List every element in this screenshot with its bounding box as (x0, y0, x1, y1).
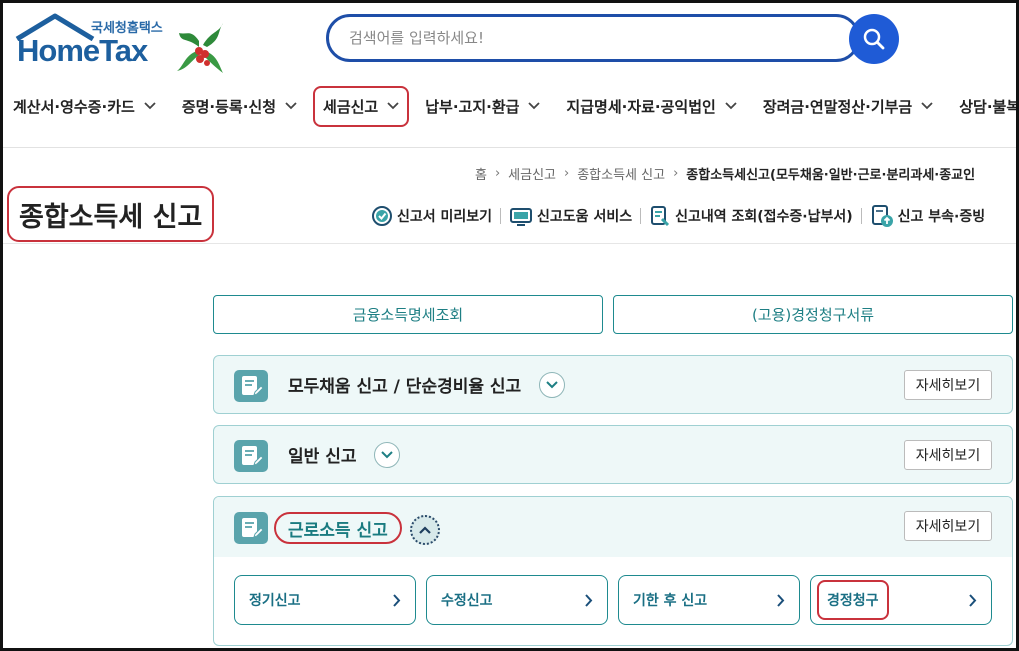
check-circle-icon (372, 206, 392, 226)
tool-attachments[interactable]: 신고 부속·증빙 (870, 204, 985, 228)
regular-filing-button[interactable]: 정기신고 (234, 575, 416, 625)
nav-item-label: 장려금·연말정산·기부금 (762, 97, 913, 116)
nav-item-consult[interactable]: 상담·불복·제 (959, 96, 1019, 117)
nav-item-label: 세금신고 (323, 97, 379, 116)
chevron-down-icon (528, 102, 541, 110)
nav-item-payment[interactable]: 납부·고지·환급 (425, 96, 541, 117)
chevron-right-icon (777, 593, 785, 607)
nav-item-incentive[interactable]: 장려금·연말정산·기부금 (763, 96, 933, 117)
chevron-down-icon (387, 102, 399, 110)
chevron-down-icon (921, 102, 933, 110)
global-nav: 계산서·영수증·카드 증명·등록·신청 세금신고 납부·고지·환급 지급명세·자… (13, 83, 1019, 129)
document-upload-icon (871, 205, 893, 227)
late-filing-button[interactable]: 기한 후 신고 (618, 575, 800, 625)
breadcrumb-separator: › (494, 166, 501, 181)
nav-item-statements[interactable]: 지급명세·자료·공익법인 (566, 96, 737, 117)
divider (500, 208, 502, 224)
nav-item-label: 지급명세·자료·공익법인 (566, 97, 716, 116)
search-icon (863, 28, 885, 50)
breadcrumb-level1[interactable]: 세금신고 (508, 164, 556, 183)
tool-links: 신고서 미리보기 신고도움 서비스 신고내역 조회(접수증·납부서) 신고 부속… (371, 204, 985, 228)
search-box (326, 14, 860, 62)
chevron-down-icon (285, 102, 297, 110)
search-input[interactable] (349, 29, 857, 47)
breadcrumb-current: 종합소득세신고(모두채움·일반·근로·분리과세·종교인 (686, 168, 976, 183)
card-prefilled-filing: 모두채움 신고 / 단순경비율 신고 자세히보기 (213, 355, 1013, 414)
card-header: 근로소득 신고 자세히보기 (214, 497, 1012, 557)
chevron-down-icon (546, 380, 558, 388)
detail-button[interactable]: 자세히보기 (904, 440, 992, 470)
nav-item-label: 납부·고지·환급 (425, 97, 520, 116)
document-search-icon (651, 206, 670, 227)
employment-claim-docs-button[interactable]: (고용)경정청구서류 (613, 295, 1013, 334)
detail-button[interactable]: 자세히보기 (904, 511, 992, 541)
card-title: 모두채움 신고 / 단순경비율 신고 (288, 377, 522, 397)
card-earned-income-filing: 근로소득 신고 자세히보기 정기신고 수정신고 기한 후 신고 경정청구 (213, 496, 1013, 646)
nav-item-label: 계산서·영수증·카드 (13, 97, 135, 116)
tool-label: 신고 부속·증빙 (897, 209, 986, 225)
divider (860, 208, 862, 224)
tool-label: 신고서 미리보기 (397, 209, 493, 225)
breadcrumb-home[interactable]: 홈 (475, 164, 487, 183)
nav-item-label: 증명·등록·신청 (181, 97, 277, 116)
page-frame: 국세청홈택스 HomeTax 계산서·영수증·카드 증명·등록·신청 (0, 0, 1019, 651)
amended-filing-button[interactable]: 수정신고 (426, 575, 608, 625)
financial-income-lookup-button[interactable]: 금융소득명세조회 (213, 295, 603, 334)
expand-button[interactable] (374, 441, 401, 468)
tool-history[interactable]: 신고내역 조회(접수증·납부서) (649, 205, 853, 227)
search-button[interactable] (849, 14, 899, 64)
expand-button[interactable] (539, 371, 566, 398)
breadcrumb: 홈 › 세금신고 › 종합소득세 신고 › 종합소득세신고(모두채움·일반·근로… (475, 164, 975, 183)
nav-item-invoice[interactable]: 계산서·영수증·카드 (13, 96, 156, 117)
document-edit-icon (234, 370, 268, 402)
divider (3, 243, 1016, 244)
tool-label: 신고도움 서비스 (537, 209, 633, 225)
chevron-up-icon (419, 526, 431, 534)
tool-preview[interactable]: 신고서 미리보기 (371, 205, 492, 227)
button-label: 기한 후 신고 (633, 593, 708, 609)
logo-title: HomeTax (17, 33, 148, 68)
page-title: 종합소득세 신고 (7, 186, 215, 242)
correction-claim-button[interactable]: 경정청구 (810, 575, 992, 625)
chevron-down-icon (381, 450, 394, 458)
chevron-down-icon (144, 102, 156, 110)
card-title-row: 모두채움 신고 / 단순경비율 신고 (288, 356, 566, 413)
divider (3, 147, 1016, 148)
card-general-filing: 일반 신고 자세히보기 (213, 425, 1013, 484)
card-title: 근로소득 신고 (274, 512, 402, 544)
chevron-right-icon (393, 593, 401, 607)
divider (640, 208, 642, 224)
document-edit-icon (234, 440, 268, 472)
chevron-right-icon (585, 593, 593, 607)
nav-item-certificate[interactable]: 증명·등록·신청 (182, 96, 297, 117)
holly-icon (177, 23, 223, 73)
button-label: 수정신고 (441, 593, 493, 609)
breadcrumb-separator: › (673, 166, 679, 181)
nav-item-label: 상담·불복·제 (959, 97, 1019, 116)
tool-help-service[interactable]: 신고도움 서비스 (509, 205, 632, 227)
document-edit-icon (234, 512, 268, 544)
monitor-icon (510, 208, 533, 226)
collapse-button[interactable] (410, 515, 440, 545)
card-title-row: 일반 신고 (288, 426, 401, 483)
tool-label: 신고내역 조회(접수증·납부서) (675, 209, 853, 225)
button-label: 정기신고 (249, 593, 301, 609)
chevron-down-icon (725, 102, 737, 110)
button-label: 경정청구 (817, 580, 889, 620)
hometax-logo[interactable]: 국세청홈택스 HomeTax (15, 13, 225, 75)
breadcrumb-separator: › (564, 166, 570, 181)
detail-button[interactable]: 자세히보기 (904, 370, 992, 400)
card-title: 일반 신고 (288, 447, 357, 467)
nav-item-tax-filing[interactable]: 세금신고 (313, 85, 410, 127)
chevron-right-icon (969, 593, 977, 607)
breadcrumb-level2[interactable]: 종합소득세 신고 (577, 164, 665, 183)
